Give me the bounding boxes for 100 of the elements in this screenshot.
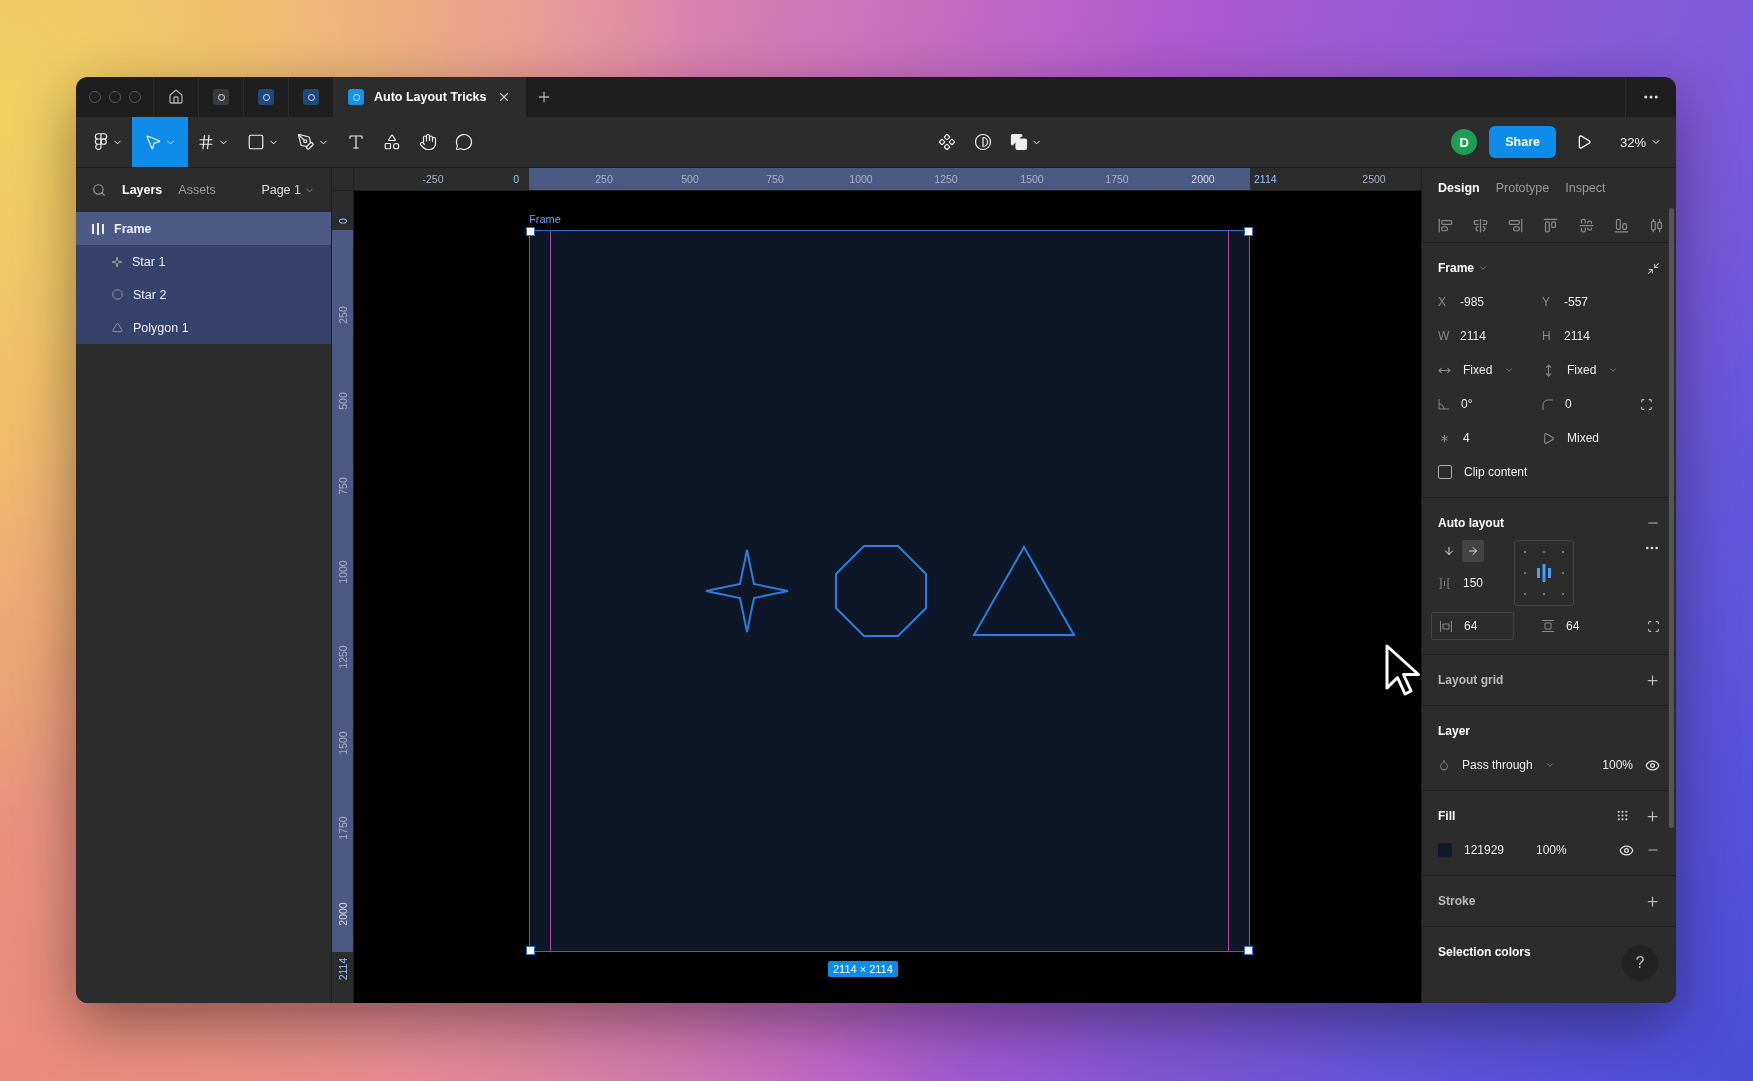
vertical-padding-icon <box>1542 620 1554 632</box>
styles-icon[interactable] <box>1616 808 1629 822</box>
ruler-label: 2500 <box>1362 173 1386 185</box>
section-title: Layout grid <box>1438 673 1504 687</box>
layer-row[interactable]: Star 2 <box>76 278 331 311</box>
logo-icon <box>93 133 109 151</box>
add-icon[interactable] <box>1645 672 1660 688</box>
field-value[interactable]: -985 <box>1460 295 1485 309</box>
section-title: Frame <box>1438 261 1475 275</box>
fill-opacity[interactable]: 100% <box>1536 843 1567 857</box>
field-label: H <box>1542 329 1552 343</box>
resize-handle[interactable] <box>526 946 535 955</box>
field-value[interactable]: 4 <box>1463 431 1470 445</box>
layer-row[interactable]: Star 1 <box>76 245 331 278</box>
collapse-icon[interactable] <box>1647 261 1660 275</box>
contrast-icon <box>974 133 993 151</box>
resize-handle[interactable] <box>526 227 535 236</box>
arrow-down-icon <box>1443 545 1455 557</box>
field-value[interactable]: 2114 <box>1564 329 1590 343</box>
eye-icon[interactable] <box>1619 842 1634 858</box>
help-button[interactable]: ? <box>1622 945 1658 981</box>
resize-handle[interactable] <box>1244 227 1253 236</box>
ruler-label: 1000 <box>849 173 873 185</box>
panel-tab[interactable]: Layers <box>122 183 163 197</box>
section-title: Selection colors <box>1438 945 1531 959</box>
field-value[interactable]: 0° <box>1461 397 1473 411</box>
field-value[interactable]: Mixed <box>1567 431 1599 445</box>
rectangle-icon <box>247 133 265 151</box>
ruler-label: 2000 <box>337 902 349 926</box>
align-right-icon[interactable] <box>1508 217 1524 233</box>
layer-row[interactable]: Frame <box>76 212 331 245</box>
panel-tab[interactable]: Design <box>1438 181 1480 195</box>
star-icon <box>112 256 122 267</box>
zoom-dropdown[interactable]: 32% <box>1609 134 1676 150</box>
direction-button[interactable] <box>1462 540 1484 562</box>
share-button[interactable]: Share <box>1489 126 1556 158</box>
align-top-icon[interactable] <box>1543 217 1559 233</box>
align-bottom-icon[interactable] <box>1613 217 1629 233</box>
opacity-value[interactable]: 100% <box>1602 758 1633 772</box>
ruler-label: 1500 <box>1020 173 1044 185</box>
align-center-icon[interactable] <box>1473 217 1489 233</box>
overlap-icon <box>1010 133 1029 151</box>
corner-radius-icon <box>1542 398 1553 410</box>
blend-dropdown[interactable]: Pass through <box>1462 758 1533 772</box>
field-label: X <box>1438 295 1447 309</box>
ruler-label: 1250 <box>934 173 958 185</box>
comment-icon <box>455 133 473 151</box>
arrow-right-icon <box>1467 545 1479 557</box>
panel-tab[interactable]: Assets <box>178 183 216 197</box>
add-icon[interactable] <box>1645 808 1660 824</box>
ruler-label: -250 <box>422 173 444 185</box>
align-left-icon[interactable] <box>1438 217 1453 233</box>
field-label: W <box>1438 329 1448 343</box>
ruler-label: 1000 <box>337 560 349 584</box>
padding-icon[interactable] <box>1647 619 1660 633</box>
field-value[interactable]: 2114 <box>1460 329 1486 343</box>
ruler-label: 2114 <box>337 957 349 981</box>
add-icon[interactable] <box>1645 893 1660 909</box>
ruler-label: 0 <box>337 218 349 224</box>
padding-field[interactable]: 64 <box>1431 612 1514 640</box>
ruler-label: 1500 <box>337 731 349 755</box>
caret-icon <box>1478 263 1489 273</box>
text-icon <box>347 133 365 151</box>
align-middle-icon[interactable] <box>1578 217 1594 233</box>
section-title: Stroke <box>1438 894 1476 908</box>
ruler-label: 2114 <box>1254 173 1277 185</box>
file-tab[interactable]: Auto Layout Tricks <box>334 77 526 117</box>
search-icon <box>92 183 106 197</box>
fill-hex[interactable]: 121929 <box>1464 843 1524 857</box>
color-swatch[interactable] <box>1438 843 1452 857</box>
field-value[interactable]: 0 <box>1565 397 1572 411</box>
alignment-grid[interactable] <box>1514 540 1574 606</box>
field-label: Y <box>1542 295 1551 309</box>
angle-icon <box>1438 398 1449 410</box>
field-value[interactable]: -557 <box>1564 295 1589 309</box>
ruler-label: 1250 <box>337 645 349 669</box>
corners-icon[interactable] <box>1640 397 1653 411</box>
ruler-label: 1750 <box>337 816 349 840</box>
eye-icon[interactable] <box>1645 757 1660 773</box>
field-value[interactable]: 150 <box>1463 576 1484 590</box>
resize-handle[interactable] <box>1244 946 1253 955</box>
frame-label: Frame <box>529 213 561 225</box>
horizontal-padding-icon <box>1440 620 1452 632</box>
ruler-label: 750 <box>766 173 784 185</box>
panel-tab[interactable]: Inspect <box>1565 181 1606 195</box>
field-value[interactable]: Fixed <box>1567 363 1597 377</box>
ruler-label: 250 <box>337 306 349 324</box>
caret-icon <box>1544 760 1555 770</box>
checkbox-label: Clip content <box>1464 465 1528 479</box>
distribute-icon[interactable] <box>1648 217 1664 233</box>
panel-tab[interactable]: Prototype <box>1495 181 1550 195</box>
auto-layout-icon <box>92 222 104 235</box>
page-dropdown[interactable]: Page 1 <box>261 183 315 197</box>
field-value[interactable]: Fixed <box>1463 363 1493 377</box>
ruler-label: 500 <box>681 173 699 185</box>
field-value[interactable]: 64 <box>1566 619 1580 633</box>
ruler-label: 0 <box>513 173 519 185</box>
triangle-icon <box>112 322 123 333</box>
layer-row[interactable]: Polygon 1 <box>76 311 331 344</box>
checkbox[interactable] <box>1438 465 1452 479</box>
